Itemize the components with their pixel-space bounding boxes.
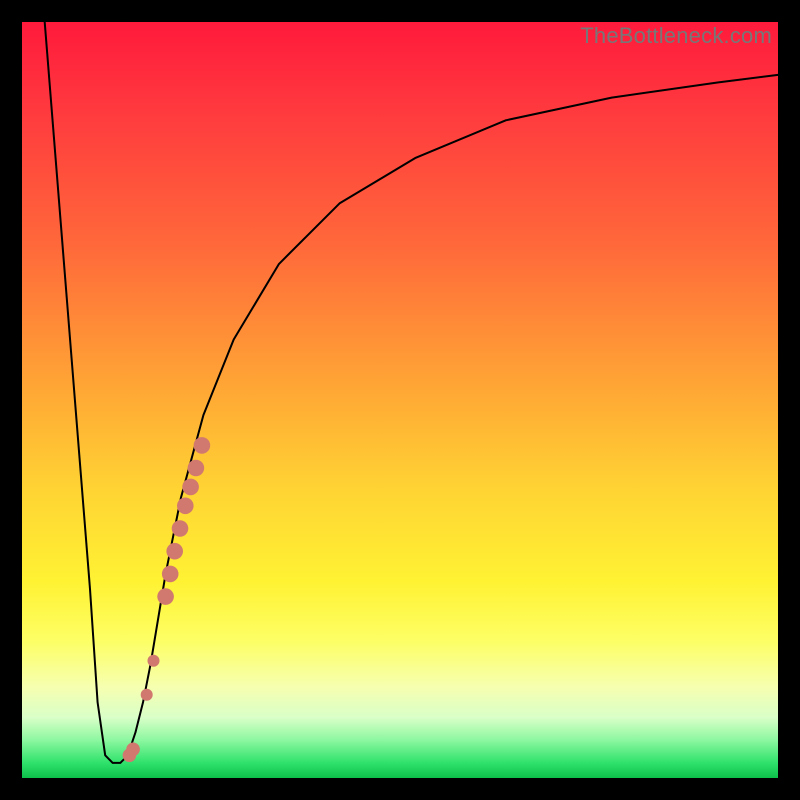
marker-dot bbox=[126, 743, 140, 757]
bottleneck-curve bbox=[45, 22, 778, 763]
curve-markers bbox=[123, 437, 211, 762]
chart-frame: TheBottleneck.com bbox=[0, 0, 800, 800]
marker-dot bbox=[188, 460, 205, 477]
plot-area: TheBottleneck.com bbox=[22, 22, 778, 778]
marker-dot bbox=[148, 655, 160, 667]
marker-dot bbox=[194, 437, 211, 454]
marker-dot bbox=[177, 498, 194, 515]
marker-dot bbox=[157, 588, 174, 605]
marker-dot bbox=[166, 543, 183, 560]
marker-dot bbox=[141, 689, 153, 701]
marker-dot bbox=[172, 520, 189, 537]
curve-layer bbox=[22, 22, 778, 778]
marker-dot bbox=[182, 479, 199, 496]
marker-dot bbox=[162, 566, 179, 583]
